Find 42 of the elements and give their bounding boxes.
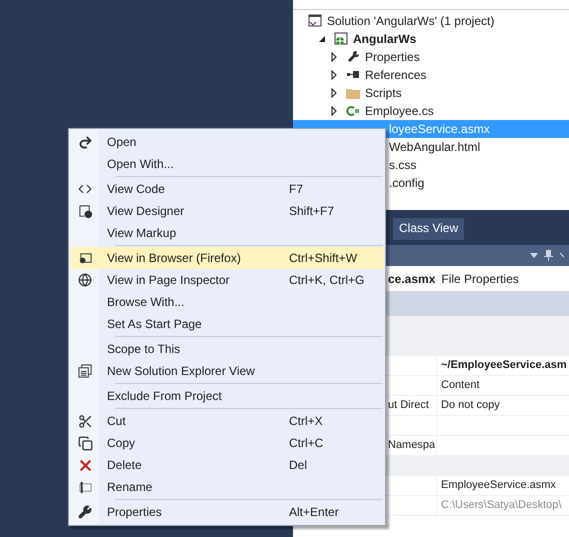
- menu-item[interactable]: View Designer Shift+F7: [70, 200, 384, 222]
- pin-icon[interactable]: [544, 250, 553, 261]
- expander-icon[interactable]: [329, 106, 339, 116]
- object-name: ce.asmx: [388, 272, 436, 286]
- menu-item[interactable]: Exclude From Project: [70, 385, 384, 407]
- search-field[interactable]: [293, 0, 569, 10]
- menu-item[interactable]: View Markup: [70, 222, 384, 244]
- property-name: ut Direct: [388, 399, 429, 411]
- menu-item[interactable]: View in Page Inspector Ctrl+K, Ctrl+G: [70, 269, 384, 291]
- menu-item[interactable]: Rename: [70, 476, 384, 498]
- menu-item[interactable]: Copy Ctrl+C: [70, 432, 384, 454]
- property-value[interactable]: Do not copy: [441, 399, 500, 411]
- expander-icon[interactable]: [329, 88, 339, 98]
- solution-icon: [307, 13, 323, 29]
- csharp-file-icon: [345, 103, 361, 119]
- object-type: File Properties: [441, 272, 519, 286]
- tree-item[interactable]: Scripts: [293, 84, 569, 102]
- tree-item[interactable]: Properties: [293, 48, 569, 66]
- tree-item[interactable]: AngularWs: [293, 30, 569, 48]
- menu-item[interactable]: New Solution Explorer View: [70, 360, 384, 382]
- menu-item[interactable]: Delete Del: [70, 454, 384, 476]
- menu-item[interactable]: Scope to This: [70, 338, 384, 360]
- property-value[interactable]: EmployeeService.asmx: [441, 479, 556, 491]
- menu-item[interactable]: Cut Ctrl+X: [70, 410, 384, 432]
- web-project-icon: [333, 31, 349, 47]
- tree-item[interactable]: Employee.cs: [293, 102, 569, 120]
- menu-item[interactable]: Properties Alt+Enter: [70, 501, 384, 523]
- dropdown-icon[interactable]: [530, 253, 538, 258]
- expander-icon[interactable]: [329, 70, 339, 80]
- tree-item[interactable]: References: [293, 66, 569, 84]
- tab[interactable]: Class View: [393, 218, 464, 240]
- property-name: Namespa: [388, 439, 436, 451]
- menu-item[interactable]: View in Browser (Firefox) Ctrl+Shift+W: [70, 247, 384, 269]
- menu-item[interactable]: Open With...: [70, 153, 384, 175]
- property-value[interactable]: Content: [441, 379, 480, 391]
- expander-icon[interactable]: [317, 34, 327, 44]
- property-value[interactable]: ~/EmployeeService.asm: [441, 359, 567, 371]
- menu-item[interactable]: Browse With...: [70, 291, 384, 313]
- menu-item[interactable]: Set As Start Page: [70, 313, 384, 335]
- tree-item[interactable]: Solution 'AngularWs' (1 project): [293, 12, 569, 30]
- expander-icon[interactable]: [329, 52, 339, 62]
- menu-item[interactable]: View Code F7: [70, 178, 384, 200]
